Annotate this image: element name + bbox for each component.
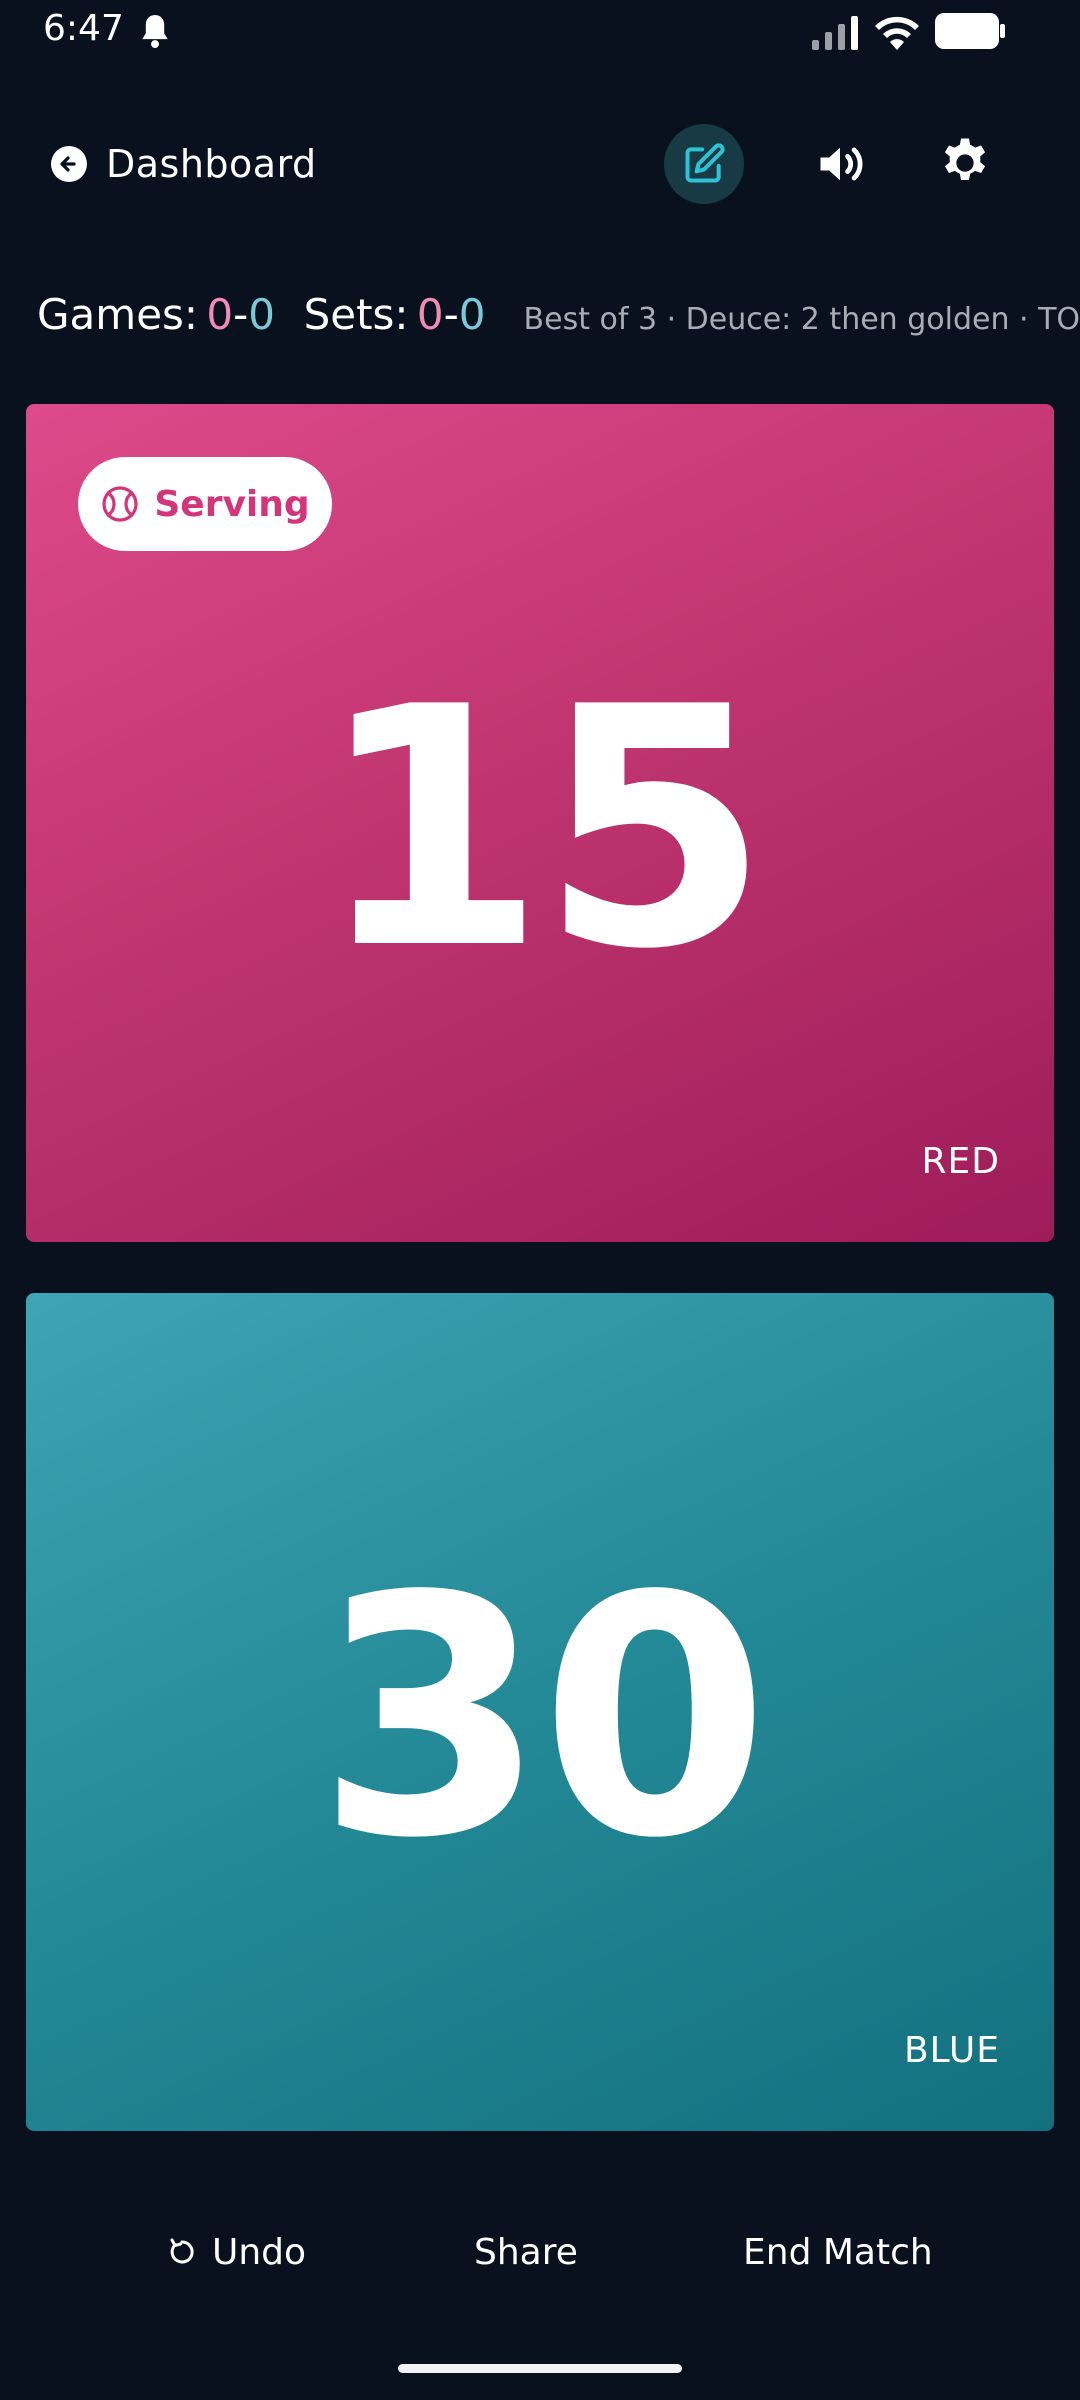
edit-icon (685, 143, 725, 183)
share-button[interactable]: Share (474, 2225, 578, 2279)
serving-label: Serving (154, 483, 310, 525)
sound-button[interactable] (810, 134, 870, 194)
end-match-button[interactable]: End Match (743, 2225, 933, 2279)
ball-icon (102, 486, 138, 522)
settings-button[interactable] (934, 132, 996, 194)
signal-icon (812, 16, 858, 50)
games-red: 0 (206, 290, 234, 339)
share-label: Share (474, 2231, 578, 2273)
back-label: Dashboard (106, 142, 317, 186)
sets-blue: 0 (458, 290, 486, 339)
wifi-icon (875, 16, 919, 50)
red-score: 15 (316, 637, 769, 1021)
sets-separator: - (443, 290, 459, 339)
blue-team-name: BLUE (903, 2030, 1000, 2071)
end-match-label: End Match (743, 2231, 933, 2273)
arrow-left-circle-icon (51, 146, 87, 182)
undo-icon (170, 2238, 194, 2264)
status-time: 6:47 (43, 8, 124, 49)
red-team-name: RED (921, 1141, 1000, 1182)
volume-icon (820, 147, 863, 181)
red-team-card[interactable]: Serving 15 RED (26, 404, 1054, 1242)
undo-label: Undo (212, 2231, 307, 2273)
games-blue: 0 (248, 290, 276, 339)
back-button[interactable]: Dashboard (50, 138, 317, 190)
undo-button[interactable]: Undo (166, 2225, 306, 2279)
blue-score: 30 (316, 1526, 769, 1910)
match-rules-info: Best of 3 · Deuce: 2 then golden · TO (523, 302, 1080, 337)
blue-team-card[interactable]: 30 BLUE (26, 1293, 1054, 2131)
edit-button[interactable] (664, 124, 744, 204)
games-label: Games: (37, 290, 199, 339)
sets-red: 0 (416, 290, 444, 339)
match-summary: Games: 0 - 0 Sets: 0 - 0 Best of 3 · Deu… (37, 290, 1080, 350)
bell-icon (142, 15, 168, 49)
home-indicator[interactable] (398, 2364, 682, 2373)
sets-label: Sets: (303, 290, 409, 339)
gear-icon (944, 138, 986, 181)
battery-icon (935, 13, 1005, 49)
serving-badge: Serving (78, 457, 332, 551)
games-separator: - (233, 290, 249, 339)
